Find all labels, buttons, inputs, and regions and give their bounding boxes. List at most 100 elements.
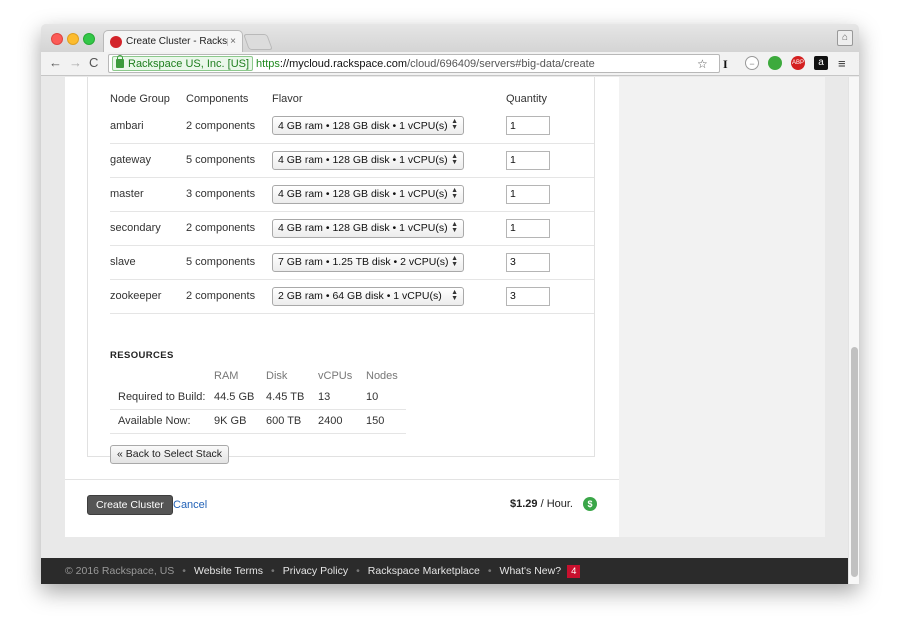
col-flavor: Flavor bbox=[272, 93, 303, 105]
quantity-input[interactable] bbox=[506, 218, 550, 238]
flavor-selected-value: 4 GB ram • 128 GB disk • 1 vCPU(s) bbox=[278, 188, 448, 200]
select-arrows-icon: ▲ ▼ bbox=[451, 152, 458, 166]
quantity-input[interactable] bbox=[506, 116, 550, 136]
res-col-vcpus: vCPUs bbox=[318, 370, 353, 382]
res-row-label: Required to Build: bbox=[110, 385, 214, 410]
select-arrows-icon: ▲ ▼ bbox=[451, 118, 458, 132]
whats-new-link[interactable]: What's New? bbox=[500, 565, 562, 577]
resources-table: RAM Disk vCPUs Nodes Required to Build: … bbox=[110, 367, 406, 434]
node-group-name: ambari bbox=[110, 109, 186, 144]
block-extension-icon[interactable]: − bbox=[745, 56, 759, 70]
node-group-row: gateway 5 components 4 GB ram • 128 GB dis… bbox=[110, 143, 594, 178]
res-ram-value: 44.5 GB bbox=[214, 385, 266, 410]
website-terms-link[interactable]: Website Terms bbox=[194, 565, 263, 577]
tab-strip: Create Cluster - Rackspac × ⌂ bbox=[41, 24, 859, 52]
flavor-cell: 4 GB ram • 128 GB disk • 1 vCPU(s) ▲ ▼ bbox=[272, 211, 506, 246]
resources-heading: RESOURCES bbox=[110, 350, 174, 361]
select-arrows-icon: ▲ ▼ bbox=[451, 288, 458, 302]
url-path: /cloud/696409/servers#big-data/create bbox=[407, 57, 595, 70]
flavor-select[interactable]: 7 GB ram • 1.25 TB disk • 2 vCPU(s) ▲ ▼ bbox=[272, 252, 464, 272]
node-group-row: secondary 2 components 4 GB ram • 128 GB d… bbox=[110, 211, 594, 246]
res-col-nodes: Nodes bbox=[366, 370, 398, 382]
res-vcpus-value: 13 bbox=[318, 385, 366, 410]
node-group-name: gateway bbox=[110, 143, 186, 178]
reload-icon[interactable]: C bbox=[89, 55, 98, 70]
flavor-select[interactable]: 4 GB ram • 128 GB disk • 1 vCPU(s) ▲ ▼ bbox=[272, 150, 464, 170]
res-row-available: Available Now: 9K GB 600 TB 2400 150 bbox=[110, 409, 406, 434]
flavor-cell: 2 GB ram • 64 GB disk • 1 vCPU(s) ▲ ▼ bbox=[272, 279, 506, 314]
flavor-selected-value: 2 GB ram • 64 GB disk • 1 vCPU(s) bbox=[278, 290, 442, 302]
quantity-cell bbox=[506, 109, 594, 144]
flavor-selected-value: 4 GB ram • 128 GB disk • 1 vCPU(s) bbox=[278, 222, 448, 234]
res-row-label: Available Now: bbox=[110, 409, 214, 434]
node-group-components: 5 components bbox=[186, 245, 272, 280]
node-group-components: 3 components bbox=[186, 177, 272, 212]
panel-footer: Create Cluster Cancel $1.29 / Hour. $ bbox=[65, 479, 619, 537]
price-unit: / Hour. bbox=[537, 498, 573, 510]
quantity-input[interactable] bbox=[506, 252, 550, 272]
back-to-select-stack-button[interactable]: « Back to Select Stack bbox=[110, 445, 230, 464]
rackspace-marketplace-link[interactable]: Rackspace Marketplace bbox=[368, 565, 480, 577]
quantity-cell bbox=[506, 245, 594, 280]
flavor-select[interactable]: 4 GB ram • 128 GB disk • 1 vCPU(s) ▲ ▼ bbox=[272, 218, 464, 238]
quantity-input[interactable] bbox=[506, 184, 550, 204]
res-ram-value: 9K GB bbox=[214, 409, 266, 434]
whats-new-count-badge: 4 bbox=[567, 564, 581, 578]
tab-create-cluster[interactable]: Create Cluster - Rackspac × bbox=[103, 30, 243, 52]
privacy-policy-link[interactable]: Privacy Policy bbox=[283, 565, 348, 577]
address-bar[interactable]: Rackspace US, Inc. [US] https://mycloud.… bbox=[108, 54, 720, 73]
evernote-icon[interactable] bbox=[768, 56, 782, 70]
url-text[interactable]: https://mycloud.rackspace.com/cloud/6964… bbox=[256, 58, 595, 70]
flavor-selected-value: 4 GB ram • 128 GB disk • 1 vCPU(s) bbox=[278, 154, 448, 166]
close-window-button[interactable] bbox=[51, 33, 63, 45]
flavor-cell: 4 GB ram • 128 GB disk • 1 vCPU(s) ▲ ▼ bbox=[272, 177, 506, 212]
instapaper-icon[interactable]: I bbox=[723, 56, 728, 72]
quantity-input[interactable] bbox=[506, 150, 550, 170]
create-cluster-button[interactable]: Create Cluster bbox=[87, 495, 173, 515]
tab-title: Create Cluster - Rackspac bbox=[126, 36, 228, 47]
res-vcpus-value: 2400 bbox=[318, 409, 366, 434]
amazon-icon[interactable]: a bbox=[814, 56, 828, 70]
select-arrows-icon: ▲ ▼ bbox=[451, 186, 458, 200]
adblock-plus-icon[interactable]: ABP bbox=[791, 56, 805, 70]
zoom-window-button[interactable] bbox=[83, 33, 95, 45]
select-arrows-icon: ▲ ▼ bbox=[451, 254, 458, 268]
back-arrow-icon[interactable]: ← bbox=[49, 55, 62, 70]
cancel-link[interactable]: Cancel bbox=[173, 499, 207, 511]
browser-window: Create Cluster - Rackspac × ⌂ ← → C Rack… bbox=[41, 24, 859, 584]
bookmark-star-icon[interactable]: ☆ bbox=[697, 56, 708, 72]
cluster-config-box: Node Group Components Flavor Quantity am… bbox=[87, 77, 595, 464]
res-nodes-value: 10 bbox=[366, 385, 406, 410]
right-side-panel bbox=[619, 77, 825, 537]
forward-arrow-icon[interactable]: → bbox=[69, 55, 82, 70]
browser-toolbar: ← → C Rackspace US, Inc. [US] https://my… bbox=[41, 52, 859, 76]
flavor-select[interactable]: 4 GB ram • 128 GB disk • 1 vCPU(s) ▲ ▼ bbox=[272, 116, 464, 136]
site-footer: © 2016 Rackspace, US • Website Terms • P… bbox=[41, 558, 848, 584]
page-scrollbar[interactable] bbox=[848, 77, 859, 584]
dollar-icon[interactable]: $ bbox=[583, 497, 597, 511]
quantity-cell bbox=[506, 211, 594, 246]
minimize-window-button[interactable] bbox=[67, 33, 79, 45]
node-group-name: master bbox=[110, 177, 186, 212]
flavor-select[interactable]: 4 GB ram • 128 GB disk • 1 vCPU(s) ▲ ▼ bbox=[272, 184, 464, 204]
scrollbar-thumb[interactable] bbox=[851, 347, 858, 577]
hourly-price: $1.29 / Hour. bbox=[510, 498, 573, 510]
node-group-row: ambari 2 components 4 GB ram • 128 GB disk… bbox=[110, 109, 594, 144]
new-tab-button[interactable] bbox=[243, 34, 273, 50]
node-group-components: 5 components bbox=[186, 143, 272, 178]
flavor-selected-value: 7 GB ram • 1.25 TB disk • 2 vCPU(s) bbox=[278, 256, 449, 268]
node-group-row: slave 5 components 7 GB ram • 1.25 TB disk… bbox=[110, 245, 594, 280]
quantity-input[interactable] bbox=[506, 286, 550, 306]
menu-icon[interactable]: ≡ bbox=[838, 56, 846, 72]
create-cluster-panel: Node Group Components Flavor Quantity am… bbox=[65, 77, 619, 537]
tab-close-icon[interactable]: × bbox=[230, 36, 236, 47]
res-col-ram: RAM bbox=[214, 370, 239, 382]
node-group-components: 2 components bbox=[186, 211, 272, 246]
ev-org-name: Rackspace US, Inc. [US] bbox=[128, 57, 250, 70]
footer-separator: • bbox=[487, 565, 492, 577]
ev-certificate-badge[interactable]: Rackspace US, Inc. [US] bbox=[112, 55, 254, 71]
flavor-select[interactable]: 2 GB ram • 64 GB disk • 1 vCPU(s) ▲ ▼ bbox=[272, 286, 464, 306]
url-scheme: https bbox=[256, 57, 280, 70]
profile-icon[interactable]: ⌂ bbox=[837, 30, 853, 46]
quantity-cell bbox=[506, 177, 594, 212]
